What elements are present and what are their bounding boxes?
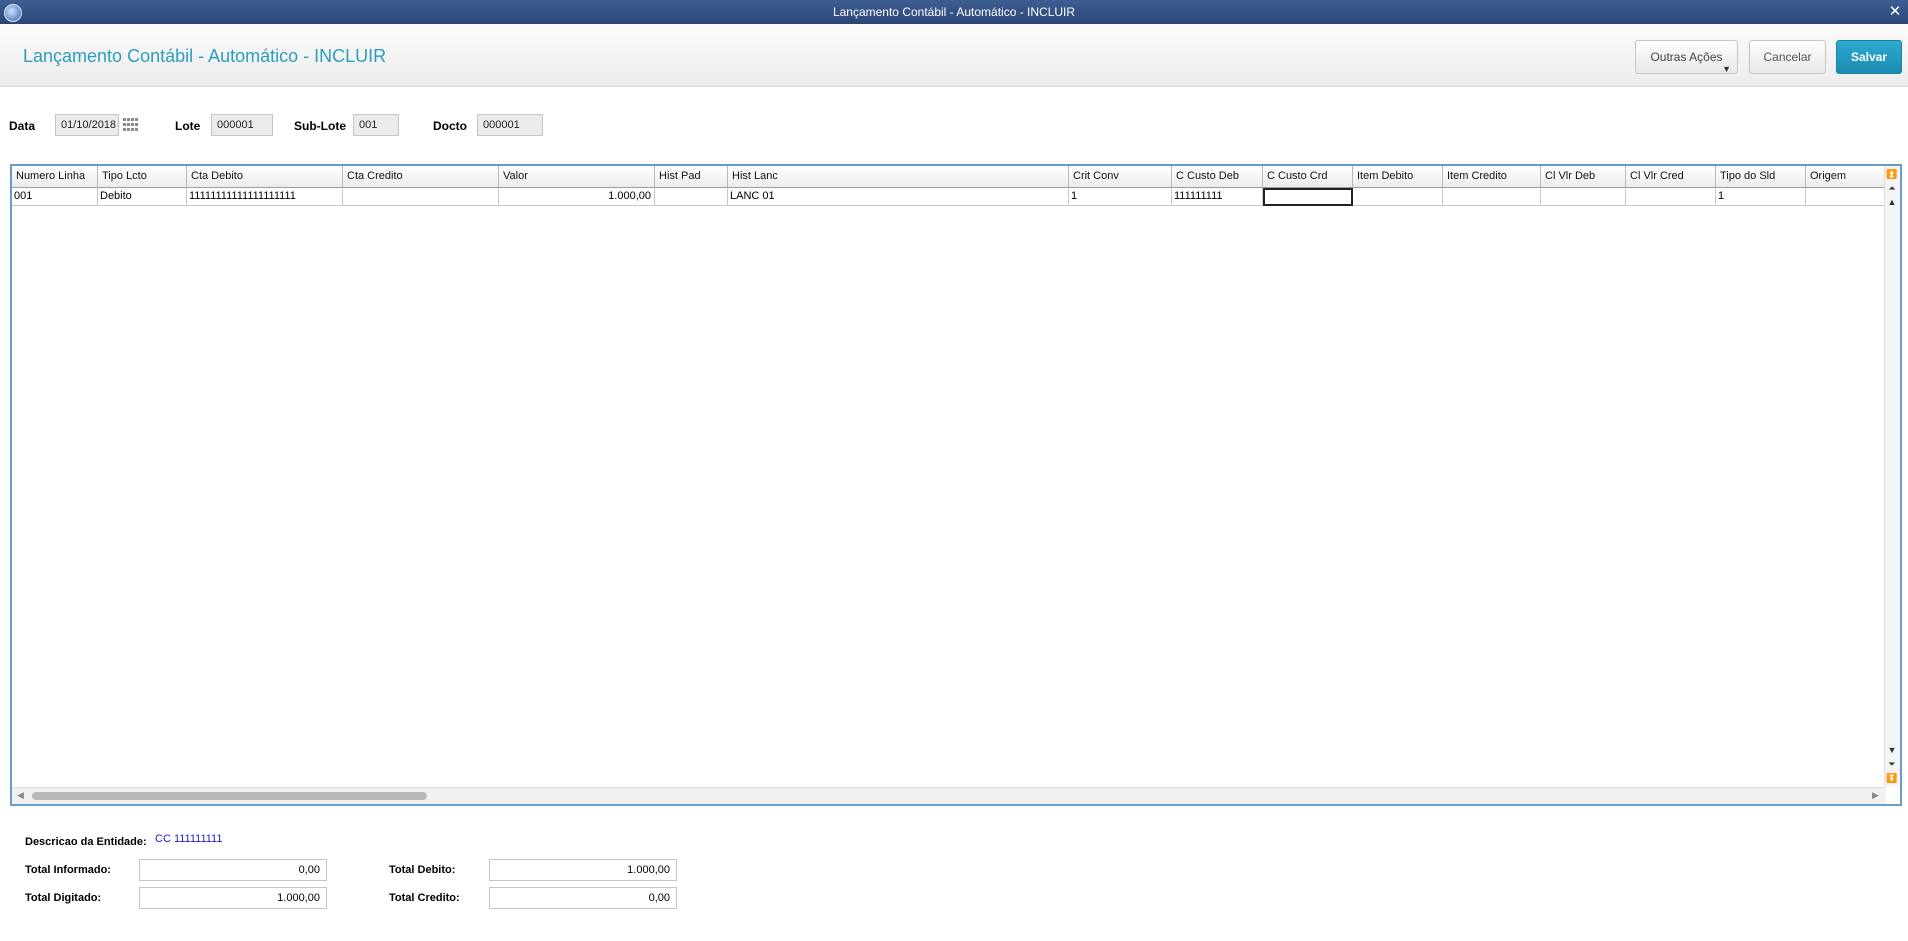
table-cell[interactable]: 001 [12,188,98,206]
lote-field[interactable]: 000001 [211,114,273,136]
total-informado-field[interactable]: 0,00 [139,859,327,881]
scroll-down-icon[interactable]: ▼ [1886,744,1898,756]
window-title: Lançamento Contábil - Automático - INCLU… [832,5,1076,19]
table-cell[interactable]: Debito [98,188,187,206]
cancel-button[interactable]: Cancelar [1749,40,1826,74]
chevron-down-icon: ▼ [1722,64,1731,74]
column-header[interactable]: Tipo do Sld [1716,166,1806,188]
column-header[interactable]: Cl Vlr Cred [1626,166,1716,188]
table-cell[interactable]: 1 [1716,188,1806,206]
total-debito-label: Total Debito: [389,864,456,876]
entity-label: Descricao da Entidade: [25,836,147,848]
column-header[interactable]: Numero Linha [12,166,98,188]
table-cell[interactable]: 11111111111111111111 [187,188,343,206]
table-cell[interactable] [1806,188,1891,206]
table-cell[interactable] [1353,188,1443,206]
other-actions-label: Outras Ações [1650,50,1723,64]
scroll-page-up-icon[interactable]: ⏶ [1886,182,1898,194]
page-title: Lançamento Contábil - Automático - INCLU… [23,46,387,66]
vertical-scrollbar[interactable]: ⏫ ⏶ ▲ ▼ ⏷ ⏬ [1884,166,1900,786]
calendar-icon[interactable] [123,118,138,132]
table-cell[interactable] [1541,188,1626,206]
column-header[interactable]: C Custo Deb [1172,166,1263,188]
date-label: Data [9,119,36,133]
total-digitado-field[interactable]: 1.000,00 [139,887,327,909]
scroll-up-icon[interactable]: ▲ [1886,196,1898,208]
entity-value: CC 111111111 [155,833,223,845]
table-cell[interactable] [1263,188,1353,206]
column-header[interactable]: Item Debito [1353,166,1443,188]
scroll-bottom-icon[interactable]: ⏬ [1886,772,1898,784]
save-button[interactable]: Salvar [1836,40,1902,74]
table-cell[interactable]: 1.000,00 [499,188,655,206]
total-informado-label: Total Informado: [25,864,111,876]
table-cell[interactable] [1443,188,1541,206]
table-cell[interactable] [343,188,499,206]
column-header[interactable]: Tipo Lcto [98,166,187,188]
column-header[interactable]: Cl Vlr Deb [1541,166,1626,188]
horizontal-scroll-thumb[interactable] [32,792,427,800]
column-header[interactable]: Valor [499,166,655,188]
docto-field[interactable]: 000001 [477,114,543,136]
total-credito-field[interactable]: 0,00 [489,887,677,909]
column-header[interactable]: Origem [1806,166,1891,188]
sublote-label: Sub-Lote [294,119,346,133]
sublote-field[interactable]: 001 [353,114,399,136]
table-cell[interactable] [655,188,728,206]
table-cell[interactable]: 1 [1069,188,1172,206]
scroll-right-icon[interactable]: ▶ [1872,790,1879,801]
column-header[interactable]: Hist Pad [655,166,728,188]
date-field[interactable]: 01/10/2018 [55,114,119,136]
column-header[interactable]: Hist Lanc [728,166,1069,188]
close-icon[interactable]: ✕ [1886,0,1904,24]
column-header[interactable]: C Custo Crd [1263,166,1353,188]
total-credito-label: Total Credito: [389,892,460,904]
table-cell[interactable]: 111111111 [1172,188,1263,206]
scroll-page-down-icon[interactable]: ⏷ [1886,758,1898,770]
page-header: Lançamento Contábil - Automático - INCLU… [0,24,1908,87]
app-logo-icon [4,4,22,22]
horizontal-scrollbar[interactable]: ◀ ▶ [12,787,1886,804]
table-cell[interactable]: LANC 01 [728,188,1069,206]
column-header[interactable]: Cta Credito [343,166,499,188]
total-debito-field[interactable]: 1.000,00 [489,859,677,881]
column-header[interactable]: Item Credito [1443,166,1541,188]
column-header[interactable]: Crit Conv [1069,166,1172,188]
docto-label: Docto [433,119,467,133]
scroll-top-icon[interactable]: ⏫ [1886,168,1898,180]
lote-label: Lote [175,119,201,133]
scroll-left-icon[interactable]: ◀ [17,790,24,801]
other-actions-button[interactable]: Outras Ações ▼ [1635,40,1738,74]
column-header[interactable]: Cta Debito [187,166,343,188]
total-digitado-label: Total Digitado: [25,892,102,904]
window-titlebar: Lançamento Contábil - Automático - INCLU… [0,0,1908,24]
table-cell[interactable] [1626,188,1716,206]
entries-grid[interactable]: Numero Linha Tipo Lcto Cta Debito Cta Credi… [10,164,1902,806]
